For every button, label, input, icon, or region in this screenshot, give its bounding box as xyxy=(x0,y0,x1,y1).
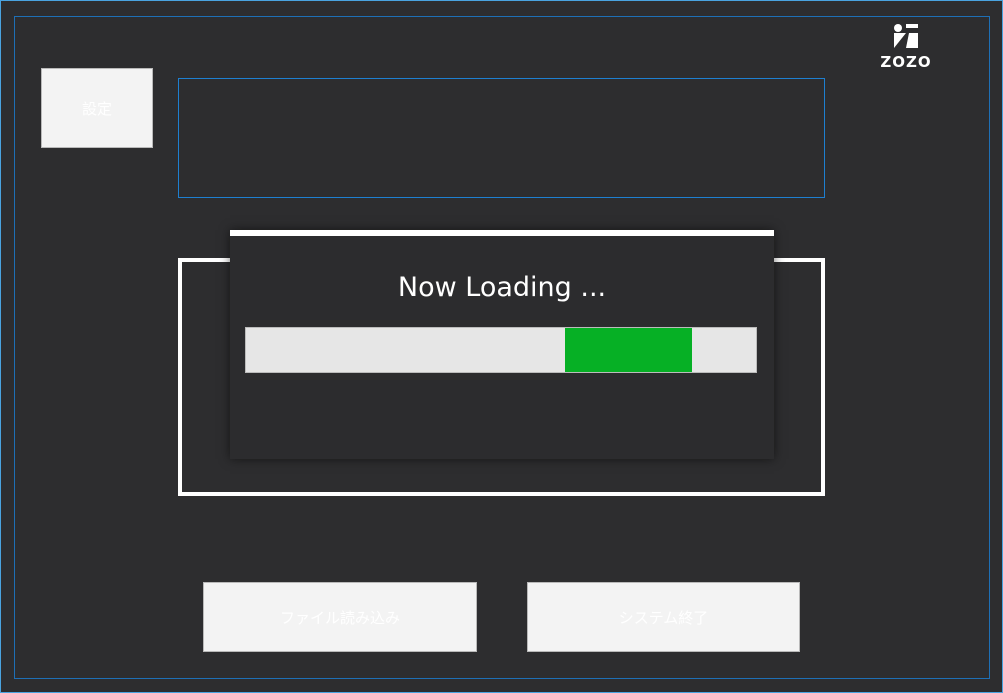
logo-text: ZOZO xyxy=(880,53,932,71)
brand-logo: ZOZO xyxy=(873,23,939,71)
loading-dialog: Now Loading ... xyxy=(230,230,774,459)
app-window: ZOZO 設定 ファイル読み込み システム終了 Now Loading ... xyxy=(0,0,1003,693)
progress-bar-fill xyxy=(564,328,693,372)
loading-title: Now Loading ... xyxy=(397,272,607,303)
settings-button[interactable]: 設定 xyxy=(41,68,153,148)
progress-bar xyxy=(245,327,757,373)
exit-system-button[interactable]: システム終了 xyxy=(527,582,800,652)
read-file-button[interactable]: ファイル読み込み xyxy=(203,582,477,652)
output-text-box[interactable] xyxy=(178,78,825,198)
zozo-logo-icon xyxy=(894,24,918,48)
